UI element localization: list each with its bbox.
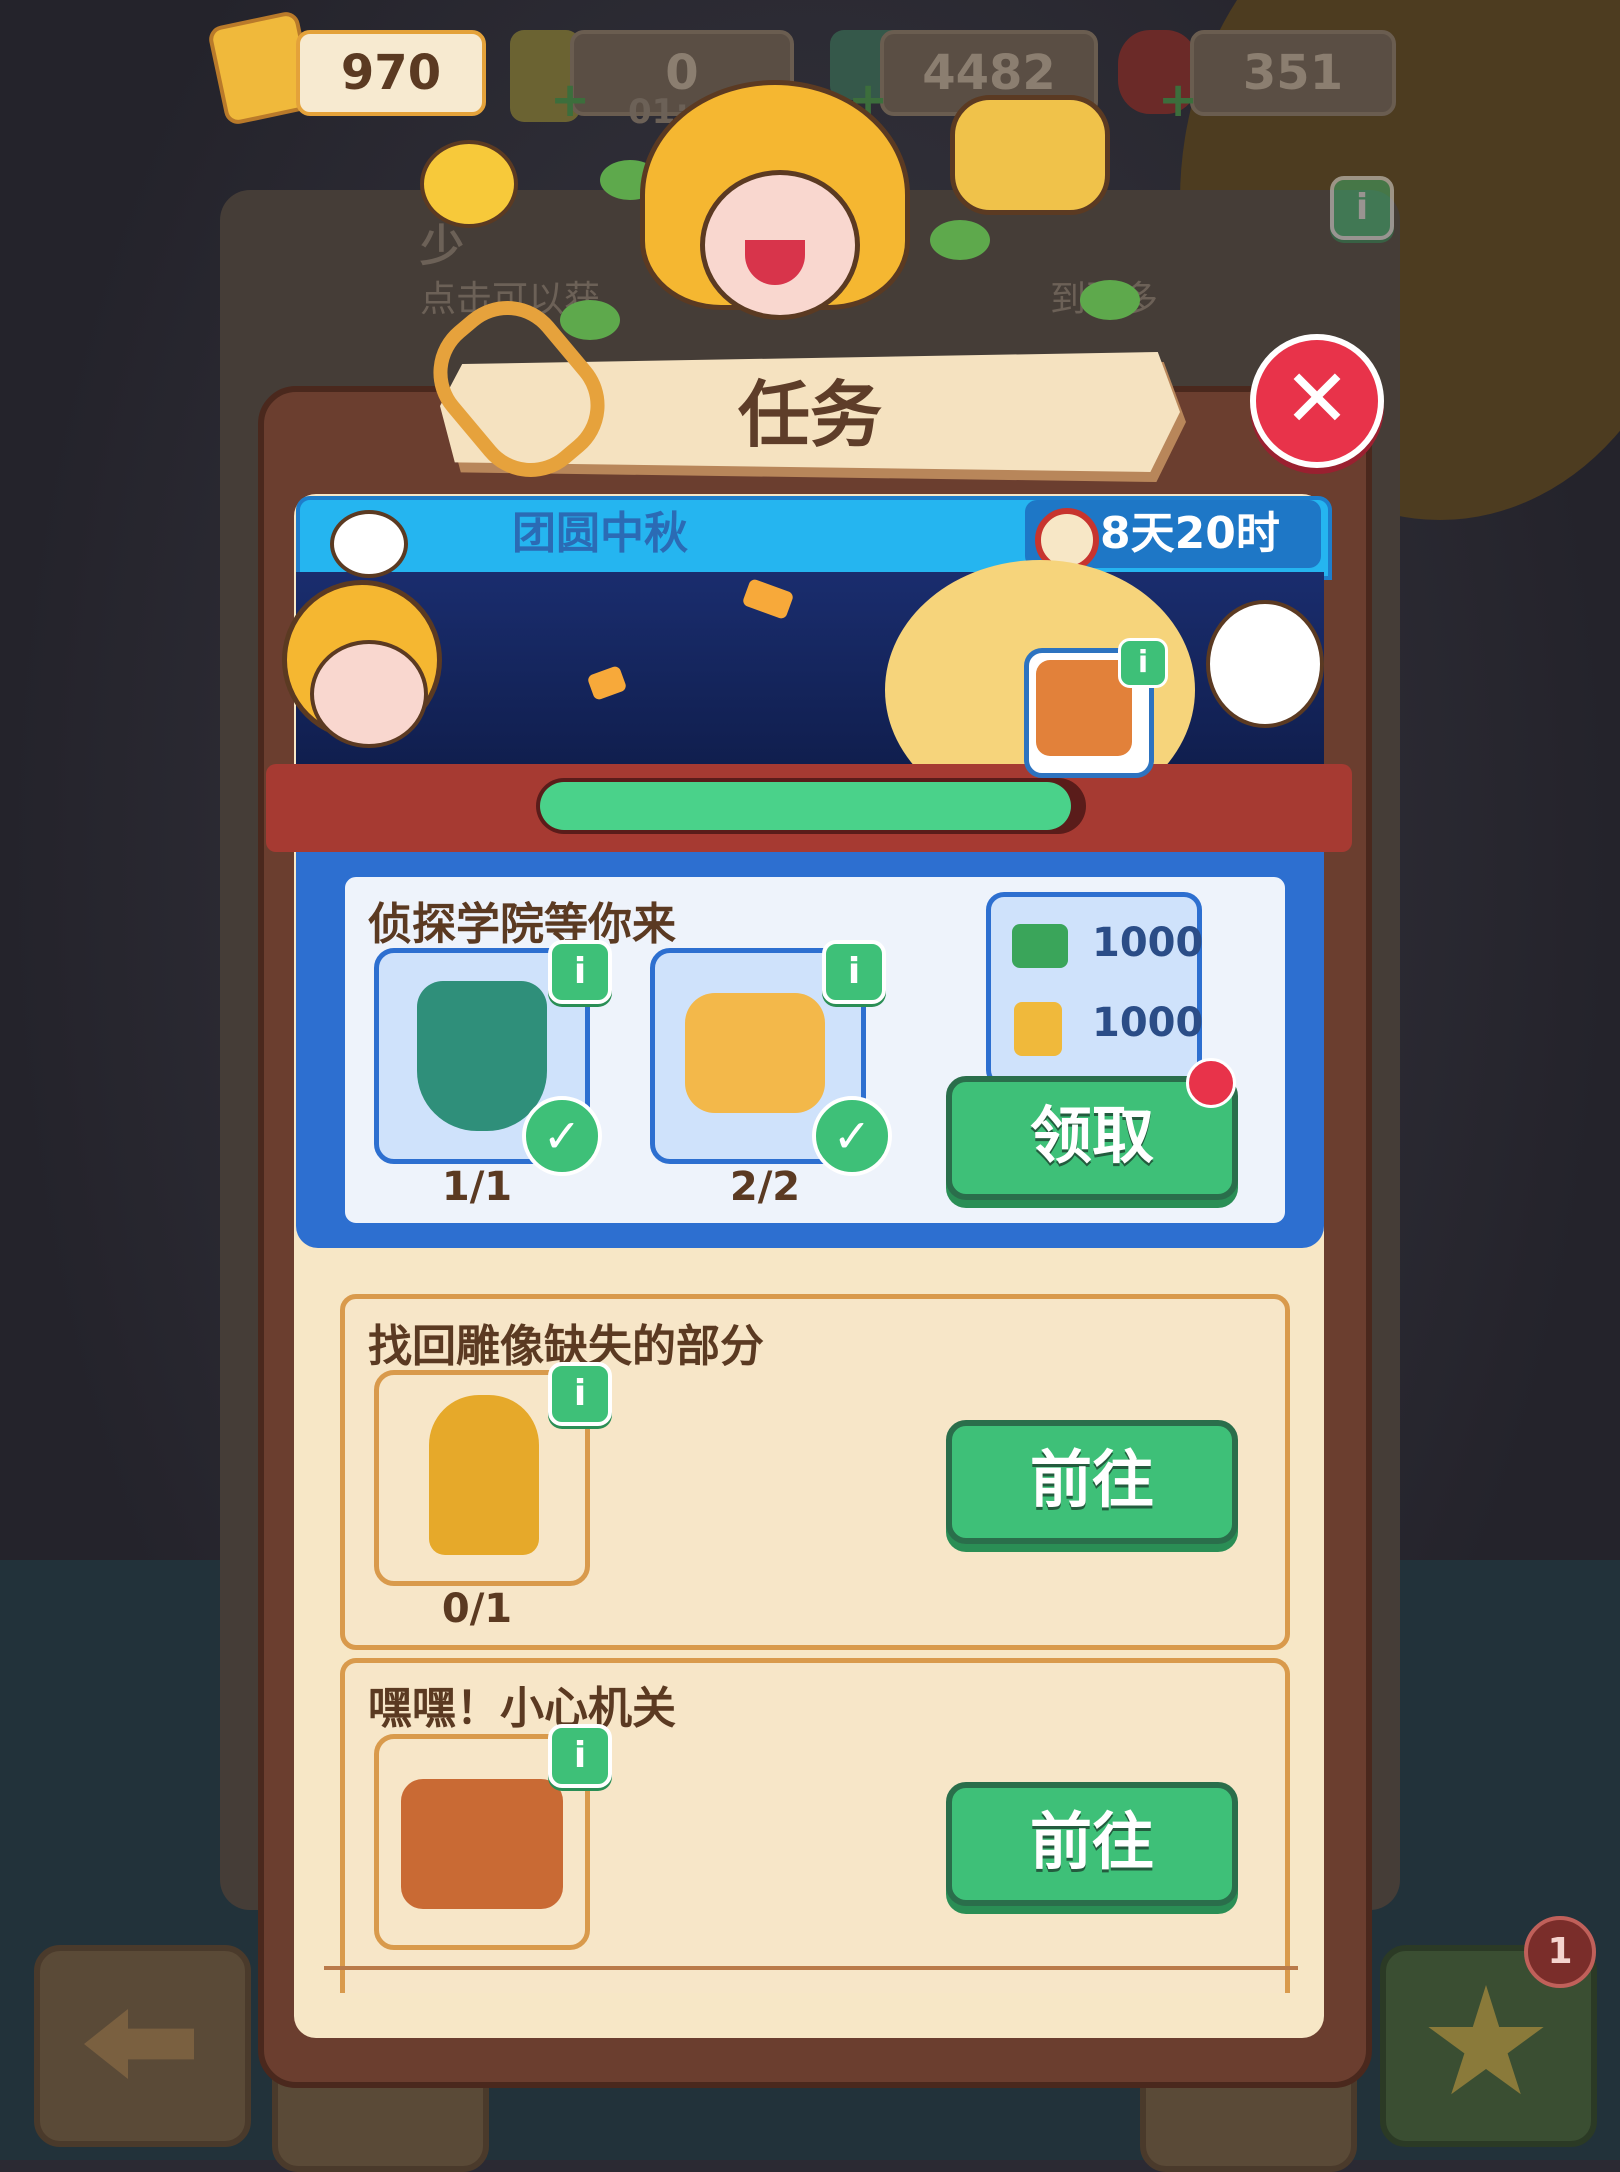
notification-dot: [1186, 1058, 1236, 1108]
chest-info-icon[interactable]: i: [1118, 638, 1168, 688]
task-title: 侦探学院等你来: [368, 899, 676, 950]
reward-amount: 1000: [1092, 920, 1204, 966]
chick-icon: [420, 140, 518, 228]
item-info-icon[interactable]: i: [548, 1724, 612, 1788]
leaf-decoration: [1080, 280, 1140, 320]
event-name: 团圆中秋: [512, 508, 688, 559]
go-button[interactable]: 前往: [946, 1420, 1238, 1544]
detective-character: [640, 80, 910, 340]
star-icon: [1428, 1985, 1544, 2095]
item-count: 0/1: [441, 1586, 513, 1632]
modal-title: 任务: [737, 373, 882, 457]
reward-amount: 1000: [1092, 1000, 1204, 1046]
task-title: 嘿嘿！小心机关: [368, 1683, 676, 1734]
notification-badge: 1: [1524, 1916, 1596, 1988]
camera-icon: [401, 1779, 563, 1909]
item-count: 2/2: [729, 1164, 801, 1210]
cash-icon: [1012, 924, 1068, 968]
event-progress-fill: [540, 782, 1071, 830]
scroll-divider: [324, 1966, 1298, 1970]
close-button[interactable]: ✕: [1250, 334, 1384, 468]
gem-plus-icon[interactable]: +: [1158, 72, 1198, 128]
background-info-icon: i: [1330, 176, 1394, 240]
ticket-counter[interactable]: 970: [296, 30, 486, 116]
arrow-left-icon: [84, 2009, 194, 2079]
event-character-face: [310, 640, 428, 748]
back-arrow-button[interactable]: [34, 1945, 251, 2147]
telescope-icon: [429, 1395, 539, 1555]
leaf-decoration: [930, 220, 990, 260]
lantern-icon: [417, 981, 547, 1131]
ticket-icon: [1014, 1002, 1062, 1056]
item-info-icon[interactable]: i: [548, 940, 612, 1004]
item-info-icon[interactable]: i: [548, 1362, 612, 1426]
mooncake-icon: [685, 993, 825, 1113]
energy-plus-icon[interactable]: +: [550, 72, 590, 128]
leaf-decoration: [560, 300, 620, 340]
rabbit-icon: [1206, 600, 1324, 728]
gem-counter[interactable]: 351: [1190, 30, 1396, 116]
item-count: 1/1: [441, 1164, 513, 1210]
bunny-icon: [330, 510, 408, 578]
broom-icon: [950, 95, 1110, 215]
item-info-icon[interactable]: i: [822, 940, 886, 1004]
event-time-left: 8天20时: [1100, 508, 1280, 559]
go-button[interactable]: 前往: [946, 1782, 1238, 1906]
